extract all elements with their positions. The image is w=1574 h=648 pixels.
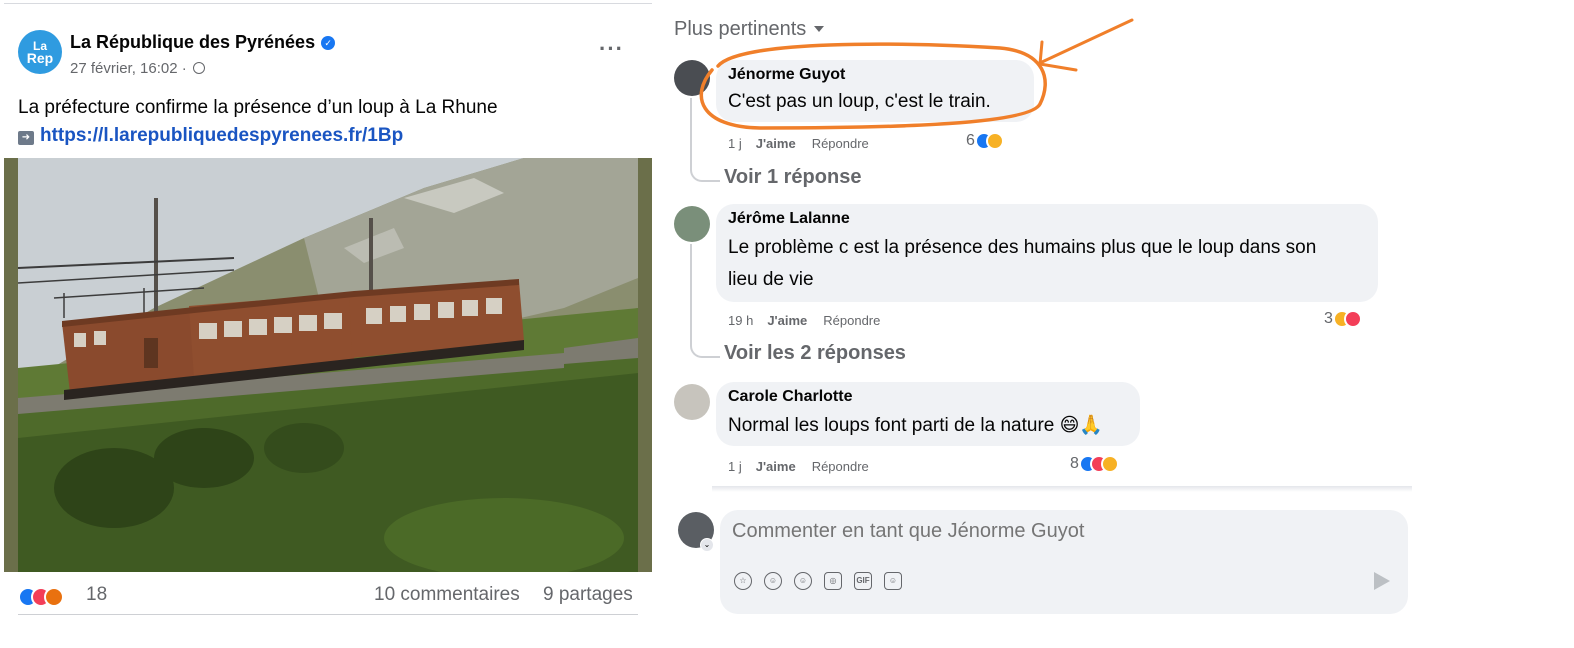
comment-reaction-count: 3 <box>1324 310 1333 328</box>
comment-reactions[interactable]: 6 <box>966 132 1004 150</box>
post-body: La préfecture confirme la présence d’un … <box>18 94 638 150</box>
comment-author[interactable]: Jérôme Lalanne <box>728 210 850 228</box>
logo-text-bottom: Rep <box>26 50 54 66</box>
reply-button[interactable]: Répondre <box>812 136 869 151</box>
haha-reaction-icon <box>985 132 1004 150</box>
comment-text-line: Le problème c est la présence des humain… <box>728 237 1317 258</box>
like-button[interactable]: J'aime <box>767 313 807 328</box>
comment-reactions[interactable]: 8 <box>1070 455 1119 473</box>
globe-icon <box>192 62 205 74</box>
post-card: La Rep La République des Pyrénées ✓ 27 fé… <box>4 18 652 630</box>
avatar[interactable] <box>674 384 710 420</box>
page-logo[interactable]: La Rep <box>18 30 62 74</box>
comment-reaction-count: 6 <box>966 132 975 150</box>
comment-sort-dropdown[interactable]: Plus pertinents <box>674 18 825 41</box>
post-time-label: 27 février, 16:02 · <box>70 60 187 77</box>
sticker-icon[interactable]: ☆ <box>734 572 752 590</box>
sort-label: Plus pertinents <box>674 18 807 40</box>
like-button[interactable]: J'aime <box>756 459 796 474</box>
post-timestamp[interactable]: 27 février, 16:02 · <box>70 60 205 77</box>
comment-composer: ☆ ☺ ☺ ◎ GIF ☺ <box>720 510 1408 614</box>
reply-button[interactable]: Répondre <box>812 459 869 474</box>
comment-author[interactable]: Carole Charlotte <box>728 388 852 406</box>
comment-text-line: lieu de vie <box>728 269 814 290</box>
comment-time[interactable]: 1 j <box>728 136 742 151</box>
reaction-count[interactable]: 18 <box>86 584 107 606</box>
comment-reaction-count: 8 <box>1070 455 1079 473</box>
page-name-label: La République des Pyrénées <box>70 32 316 52</box>
thread-connector <box>690 98 720 182</box>
post-text: La préfecture confirme la présence d’un … <box>18 97 498 118</box>
angry-reaction-icon <box>44 586 64 607</box>
chevron-down-icon[interactable]: ⌄ <box>700 538 714 552</box>
caret-down-icon <box>814 26 825 32</box>
send-icon[interactable] <box>1374 572 1390 590</box>
sticker-smile-icon[interactable]: ☺ <box>884 572 902 590</box>
like-button[interactable]: J'aime <box>756 136 796 151</box>
post-link[interactable]: https://l.larepubliquedespyrenees.fr/1Bp <box>40 125 403 146</box>
comment-reactions[interactable]: 3 <box>1324 310 1362 328</box>
comment-author[interactable]: Jénorme Guyot <box>728 66 845 84</box>
page-name[interactable]: La République des Pyrénées ✓ <box>70 32 336 53</box>
love-reaction-icon <box>1343 310 1362 328</box>
shares-count-link[interactable]: 9 partages <box>543 584 633 606</box>
avatar[interactable] <box>674 60 710 96</box>
camera-icon[interactable]: ◎ <box>824 572 842 590</box>
avatar-sticker-icon[interactable]: ☺ <box>764 572 782 590</box>
page: La Rep La République des Pyrénées ✓ 27 fé… <box>0 0 1574 648</box>
divider <box>4 0 652 4</box>
see-replies-link[interactable]: Voir les 2 réponses <box>724 342 906 365</box>
post-link-row: ➜ https://l.larepubliquedespyrenees.fr/1B… <box>18 122 638 150</box>
reaction-icons[interactable] <box>18 586 64 608</box>
gif-icon[interactable]: GIF <box>854 572 872 590</box>
arrow-right-icon: ➜ <box>18 131 34 145</box>
comment-input[interactable] <box>732 520 1372 543</box>
comment-actions: 19 h J'aime Répondre <box>728 313 880 328</box>
care-reaction-icon <box>1100 455 1119 473</box>
comment-actions: 1 j J'aime Répondre <box>728 136 869 151</box>
train-photo <box>4 158 652 572</box>
emoji-icon[interactable]: ☺ <box>794 572 812 590</box>
reactions-bar: 18 10 commentaires 9 partages <box>18 584 638 610</box>
annotation-arrow-head <box>1038 40 1078 72</box>
annotation-arrow-shaft <box>1040 18 1134 64</box>
comment-time[interactable]: 19 h <box>728 313 753 328</box>
see-replies-link[interactable]: Voir 1 réponse <box>724 166 861 189</box>
post-header: La Rep La République des Pyrénées ✓ 27 fé… <box>18 30 638 78</box>
more-options-button[interactable]: ··· <box>599 38 624 60</box>
divider <box>18 614 638 615</box>
composer-toolbar: ☆ ☺ ☺ ◎ GIF ☺ <box>734 572 914 590</box>
scroll-fade <box>712 486 1412 492</box>
post-image[interactable] <box>4 158 652 572</box>
comment-actions: 1 j J'aime Répondre <box>728 459 869 474</box>
comments-count-link[interactable]: 10 commentaires <box>374 584 520 606</box>
comment-text: Normal les loups font parti de la nature… <box>728 415 1104 436</box>
reply-button[interactable]: Répondre <box>823 313 880 328</box>
verified-badge-icon: ✓ <box>321 36 336 50</box>
comment-time[interactable]: 1 j <box>728 459 742 474</box>
avatar[interactable] <box>674 206 710 242</box>
comment-text: C'est pas un loup, c'est le train. <box>728 91 991 112</box>
